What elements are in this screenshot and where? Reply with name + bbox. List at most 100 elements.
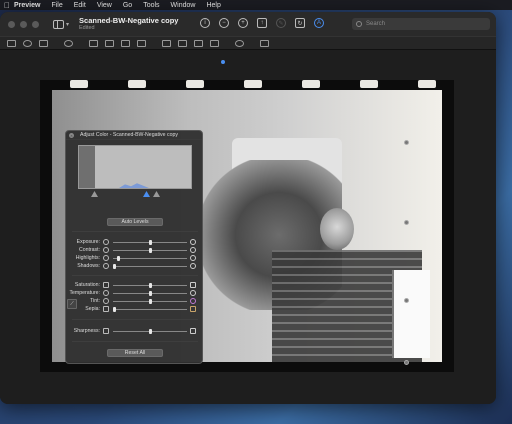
doorway [392,270,430,358]
saturation-slider-knob[interactable] [148,282,152,288]
resize-handle[interactable] [404,140,409,145]
zoom-window-button[interactable] [32,20,39,28]
resize-handle[interactable] [404,298,409,303]
zoom-in-icon[interactable]: + [238,18,248,28]
temperature-label: Temperature: [69,290,100,296]
text-style-icon[interactable] [210,39,219,47]
sprocket-hole [186,80,204,88]
search-placeholder: Search [366,21,386,27]
shadows-label: Shadows: [77,263,100,269]
exposure-min-icon [103,239,109,245]
contrast-slider-knob[interactable] [148,247,152,253]
temperature-slider-knob[interactable] [148,290,152,296]
search-field[interactable]: Search [352,18,490,30]
instant-alpha-icon[interactable] [23,39,32,47]
sprocket-hole [418,80,436,88]
sign-tool-icon[interactable] [105,39,114,47]
saturation-label: Saturation: [74,282,100,288]
minimize-window-button[interactable] [20,20,27,28]
slider-row-highlights: Highlights: [66,254,204,262]
menu-tools[interactable]: Tools [143,2,159,9]
zoom-out-icon[interactable]: − [219,18,229,28]
document-title[interactable]: Scanned-BW-Negative copy [79,17,178,25]
highlights-min-icon [103,255,109,261]
divider [72,319,198,320]
panel-title-bar: × Adjust Color - Scanned-BW-Negative cop… [66,131,202,140]
contrast-label: Contrast: [78,247,100,253]
exposure-slider-knob[interactable] [148,239,152,245]
adjust-color-tool-icon[interactable] [121,39,130,47]
share-icon[interactable]: ↑ [257,18,267,28]
midtone-handle[interactable] [143,191,150,197]
menu-view[interactable]: View [97,2,112,9]
levels-histogram [78,145,192,189]
crop-icon[interactable] [260,39,269,47]
border-color-icon[interactable] [178,39,187,47]
auto-levels-button[interactable]: Auto Levels [107,218,163,226]
tint-slider-knob[interactable] [148,298,152,304]
resize-handle[interactable] [404,360,409,365]
menu-file[interactable]: File [51,2,62,9]
document-status: Edited [79,24,95,31]
apple-menu-icon[interactable]:  [0,1,14,10]
title-bar: ▾ Scanned-BW-Negative copy Edited i − + … [0,12,496,36]
resize-handle[interactable] [404,220,409,225]
contrast-min-icon [103,247,109,253]
sharpness-max-icon [190,328,196,334]
close-window-button[interactable] [8,20,15,28]
contrast-max-icon [190,247,196,253]
sepia-min-icon [103,306,109,312]
adjust-size-icon[interactable] [137,39,146,47]
slider-row-exposure: Exposure: [66,238,204,246]
slider-row-tint: Tint: [66,297,204,305]
sketch-tool-icon[interactable] [39,39,48,47]
reset-all-button[interactable]: Reset All [107,349,163,357]
highlights-slider-knob[interactable] [116,255,120,261]
sidebar-toggle-icon[interactable] [53,19,64,29]
menu-go[interactable]: Go [123,2,132,9]
shadows-slider-knob[interactable] [113,263,116,269]
white-point-handle[interactable] [153,191,160,197]
slider-row-shadows: Shadows: [66,262,204,270]
menu-window[interactable]: Window [171,2,196,9]
sprocket-hole [128,80,146,88]
menu-help[interactable]: Help [206,2,220,9]
selection-tool-icon[interactable] [7,39,16,47]
highlights-slider[interactable] [113,257,187,259]
black-point-handle[interactable] [91,191,98,197]
person-head [320,208,354,250]
temperature-min-icon [103,290,109,296]
tint-max-icon [190,298,196,304]
fill-color-icon[interactable] [194,39,203,47]
text-tool-icon[interactable] [89,39,98,47]
divider [72,275,198,276]
shadows-max-icon [190,263,196,269]
slider-row-sepia: Sepia: [66,305,204,313]
exposure-max-icon [190,239,196,245]
saturation-max-icon [190,282,196,288]
sharpness-slider-knob[interactable] [148,328,152,334]
shadows-slider[interactable] [113,265,187,267]
describe-icon[interactable] [235,39,244,47]
slider-row-contrast: Contrast: [66,246,204,254]
menu-edit[interactable]: Edit [74,2,86,9]
highlights-label: Highlights: [75,255,100,261]
close-icon[interactable]: × [69,132,74,138]
shape-style-icon[interactable] [162,39,171,47]
markup-icon[interactable]: A [314,18,324,28]
tint-label: Tint: [90,298,100,304]
menu-bar:  Preview File Edit View Go Tools Window… [0,0,512,10]
document-titles: Scanned-BW-Negative copy Edited [79,17,178,31]
highlight-icon[interactable]: ✎ [276,18,286,28]
info-icon[interactable]: i [200,18,210,28]
toolbar-icons: i − + ↑ ✎ ↻ A [200,18,324,28]
chevron-down-icon[interactable]: ▾ [66,21,69,28]
menu-app-name[interactable]: Preview [14,2,40,9]
rotate-icon[interactable]: ↻ [295,18,305,28]
sepia-slider[interactable] [113,308,187,310]
sharpness-label: Sharpness: [73,328,100,334]
sepia-slider-knob[interactable] [113,306,116,312]
shapes-tool-icon[interactable] [64,39,73,47]
slider-row-sharpness: Sharpness: [66,327,204,335]
exposure-label: Exposure: [76,239,100,245]
